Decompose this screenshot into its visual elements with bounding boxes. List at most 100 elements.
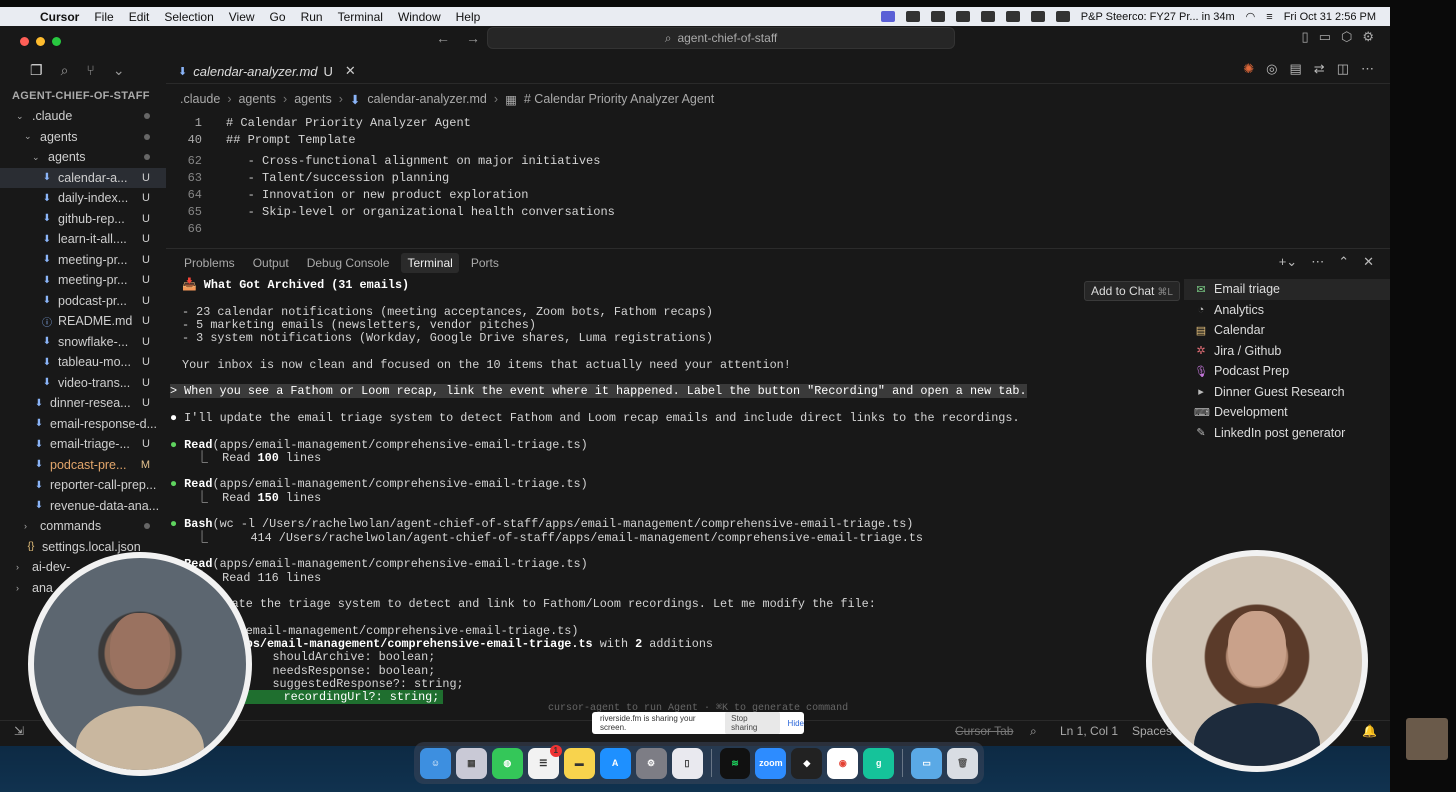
zoom-icon[interactable]: zoom: [755, 747, 787, 779]
chrome-icon[interactable]: ◉: [827, 747, 859, 779]
chevron-down-icon[interactable]: ⌄: [113, 62, 125, 79]
zoom-window-button[interactable]: [52, 36, 61, 46]
spotify-icon[interactable]: ≋: [719, 747, 751, 779]
tree-item[interactable]: ⬇ dinner-resea... U: [0, 393, 166, 414]
menu-help[interactable]: Help: [456, 10, 481, 24]
terminal-session-item[interactable]: ◔ Analytics: [1184, 300, 1390, 321]
cursor-tab-status[interactable]: Cursor Tab: [955, 724, 1013, 738]
menu-go[interactable]: Go: [270, 10, 286, 24]
tree-item[interactable]: ⬇ podcast-pr... U: [0, 291, 166, 312]
system-settings-icon[interactable]: ⚙: [635, 747, 667, 779]
close-panel-icon[interactable]: ✕: [1363, 254, 1374, 270]
menu-clock[interactable]: Fri Oct 31 2:56 PM: [1284, 11, 1376, 23]
screen-share-icon[interactable]: [880, 11, 895, 22]
more-actions-icon[interactable]: ⋯: [1361, 61, 1374, 77]
terminal-session-item[interactable]: ✎ LinkedIn post generator: [1184, 423, 1390, 444]
menu-file[interactable]: File: [94, 10, 113, 24]
explorer-icon[interactable]: ❐: [30, 62, 43, 79]
terminal-session-item[interactable]: 🎙 Podcast Prep: [1184, 361, 1390, 382]
tree-item[interactable]: ⬇ reporter-call-prep...: [0, 475, 166, 496]
phone-mirroring-icon[interactable]: ▯: [671, 747, 703, 779]
tree-item[interactable]: ⬇ email-triage-... U: [0, 434, 166, 455]
tree-item[interactable]: ⬇ podcast-pre... M: [0, 455, 166, 476]
menu-view[interactable]: View: [229, 10, 255, 24]
minimize-window-button[interactable]: [36, 36, 45, 46]
status-icon[interactable]: [1005, 11, 1020, 22]
breadcrumb-item[interactable]: .claude: [180, 92, 220, 107]
launchpad-icon[interactable]: ▦: [455, 747, 487, 779]
menu-window[interactable]: Window: [398, 10, 441, 24]
toggle-sidebar-icon[interactable]: ▯: [1302, 29, 1309, 45]
trash-icon[interactable]: 🗑: [947, 747, 979, 779]
maximize-panel-icon[interactable]: ⌃: [1338, 254, 1349, 270]
terminal-session-item[interactable]: ✲ Jira / Github: [1184, 341, 1390, 362]
terminal-output[interactable]: 📥 What Got Archived (31 emails) - 23 cal…: [170, 278, 1062, 705]
menu-app-name[interactable]: Cursor: [40, 10, 79, 24]
tree-item[interactable]: ⬇ email-response-d...: [0, 414, 166, 435]
tree-item[interactable]: ⓘ README.md U: [0, 311, 166, 332]
add-to-chat-button[interactable]: Add to Chat ⌘L: [1084, 281, 1180, 301]
notifications-bell-icon[interactable]: 🔔: [1362, 724, 1377, 738]
terminal-session-item[interactable]: ✉ Email triage: [1184, 279, 1390, 300]
tree-item[interactable]: ⬇ video-trans... U: [0, 373, 166, 394]
menu-calendar-event[interactable]: P&P Steerco: FY27 Pr... in 34m: [1081, 11, 1235, 23]
settings-gear-icon[interactable]: ⚙: [1362, 29, 1374, 45]
explorer-section-title[interactable]: AGENT-CHIEF-OF-STAFF: [0, 84, 166, 106]
cursor-position[interactable]: Ln 1, Col 1: [1060, 724, 1118, 738]
close-window-button[interactable]: [20, 36, 29, 46]
menu-edit[interactable]: Edit: [129, 10, 150, 24]
tree-item[interactable]: ⬇ meeting-pr... U: [0, 270, 166, 291]
tree-item[interactable]: ⬇ tableau-mo... U: [0, 352, 166, 373]
calendar-menu-icon[interactable]: [1055, 11, 1070, 22]
claude-icon[interactable]: ✺: [1243, 61, 1254, 77]
status-icon[interactable]: [1030, 11, 1045, 22]
status-icon[interactable]: [930, 11, 945, 22]
indentation-status[interactable]: Spaces: [1132, 724, 1172, 738]
downloads-folder-icon[interactable]: ▭: [911, 747, 943, 779]
tab-output[interactable]: Output: [247, 253, 295, 273]
cube-icon[interactable]: ⬡: [1341, 29, 1352, 45]
tab-ports[interactable]: Ports: [465, 253, 505, 273]
status-icon[interactable]: [980, 11, 995, 22]
status-icon[interactable]: [955, 11, 970, 22]
source-control-icon[interactable]: ⑂: [86, 62, 94, 79]
command-center-search[interactable]: ⌕ agent-chief-of-staff: [487, 27, 955, 49]
tab-problems[interactable]: Problems: [178, 253, 241, 273]
tree-item[interactable]: ⬇ calendar-a... U: [0, 167, 166, 188]
control-center-icon[interactable]: ≡: [1266, 11, 1272, 23]
menu-selection[interactable]: Selection: [164, 10, 213, 24]
code-editor[interactable]: 1 # Calendar Priority Analyzer Agent 40 ## …: [166, 114, 1390, 244]
breadcrumb-item[interactable]: agents: [238, 92, 276, 107]
terminal-session-item[interactable]: ▸ Dinner Guest Research: [1184, 382, 1390, 403]
more-actions-icon[interactable]: ⋯: [1311, 254, 1324, 270]
search-icon[interactable]: ⌕: [61, 62, 69, 79]
tree-item[interactable]: ⬇ meeting-pr... U: [0, 250, 166, 271]
tree-item[interactable]: ⬇ snowflake-... U: [0, 332, 166, 353]
editor-tab[interactable]: ⬇ calendar-analyzer.md U ✕: [178, 58, 356, 84]
breadcrumb-item[interactable]: calendar-analyzer.md: [367, 92, 487, 107]
notes-icon[interactable]: ▬: [563, 747, 595, 779]
close-tab-icon[interactable]: ✕: [345, 63, 356, 79]
tree-item[interactable]: ⌄ .claude: [0, 106, 166, 127]
wifi-icon[interactable]: ◠: [1246, 10, 1256, 23]
finder-icon[interactable]: ☺: [420, 747, 451, 779]
compare-changes-icon[interactable]: ⇄: [1314, 61, 1325, 77]
breadcrumb-item[interactable]: agents: [294, 92, 332, 107]
back-arrow-icon[interactable]: ←: [436, 30, 450, 46]
menu-terminal[interactable]: Terminal: [338, 10, 383, 24]
tree-item[interactable]: ⌄ agents: [0, 147, 166, 168]
tree-item[interactable]: ⬇ daily-index... U: [0, 188, 166, 209]
messages-icon[interactable]: ◍: [491, 747, 523, 779]
terminal-session-item[interactable]: ▤ Calendar: [1184, 320, 1390, 341]
status-icon[interactable]: [905, 11, 920, 22]
stop-sharing-button[interactable]: Stop sharing: [725, 712, 780, 734]
menu-run[interactable]: Run: [301, 10, 323, 24]
toggle-panel-icon[interactable]: ▭: [1319, 29, 1331, 45]
hide-share-button[interactable]: Hide: [788, 719, 804, 728]
tab-terminal[interactable]: Terminal: [401, 253, 459, 273]
open-preview-icon[interactable]: ▤: [1290, 61, 1302, 77]
breadcrumb-item[interactable]: # Calendar Priority Analyzer Agent: [524, 92, 714, 107]
reminders-icon[interactable]: ☰ 1: [527, 744, 562, 779]
tree-item[interactable]: ⬇ github-rep... U: [0, 209, 166, 230]
tree-item[interactable]: ⬇ revenue-data-ana...: [0, 496, 166, 517]
